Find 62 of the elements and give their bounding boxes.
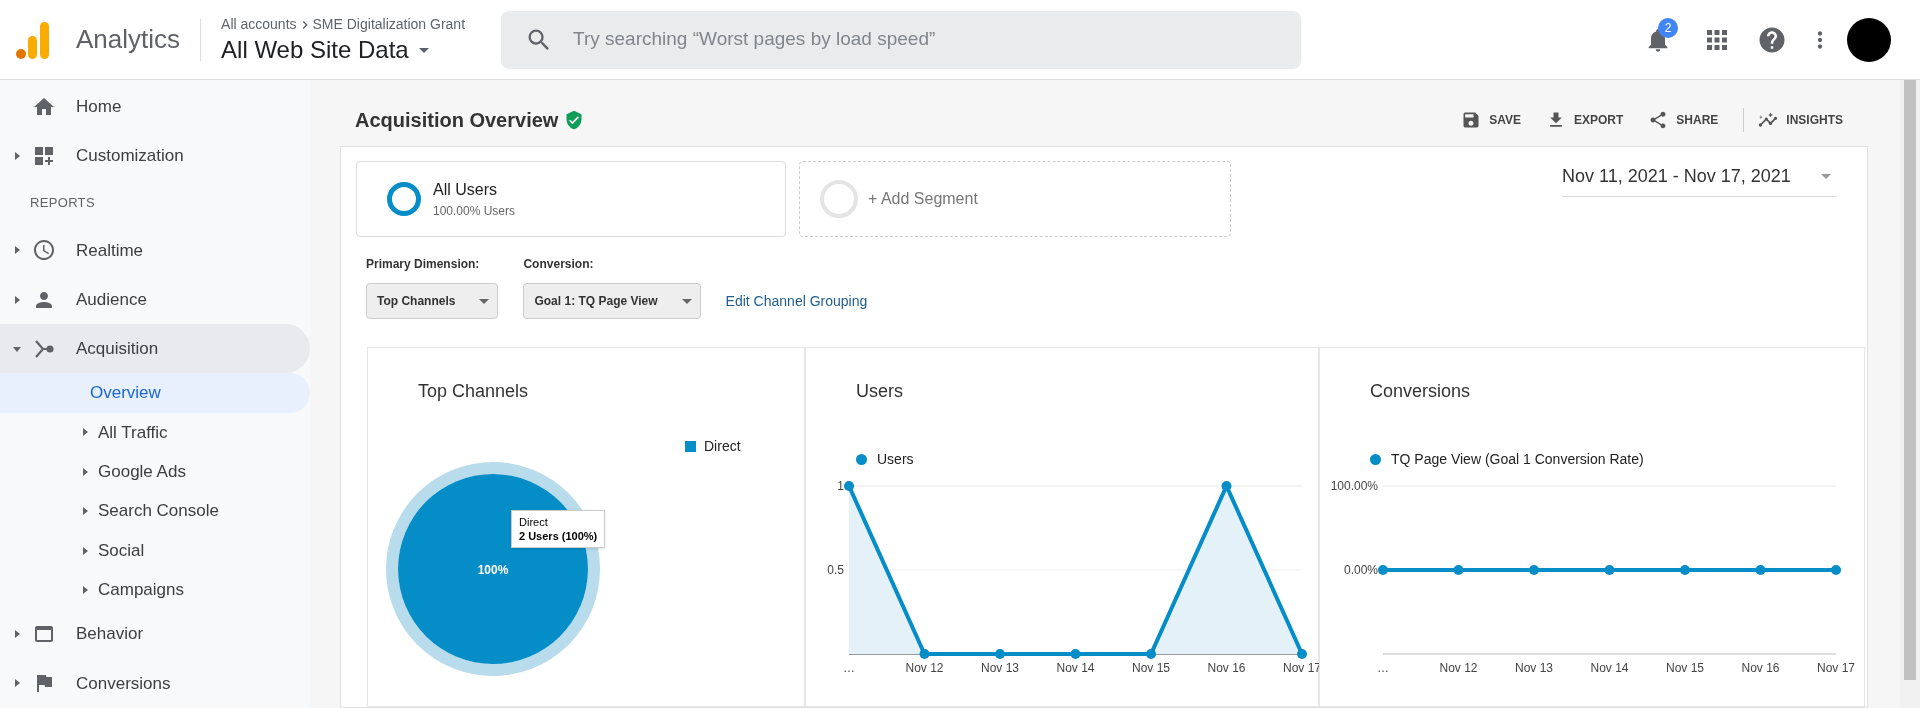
sidebar-subitem[interactable]: Social: [0, 530, 310, 571]
y-axis-label: 0.5: [827, 563, 844, 577]
sidebar-item[interactable]: Behavior: [0, 609, 310, 659]
sidebar-subitem[interactable]: Campaigns: [0, 570, 310, 610]
toolbar-button[interactable]: SAVE: [1461, 110, 1521, 130]
x-axis-label: …: [1377, 661, 1389, 675]
y-axis-label: 100.00%: [1330, 479, 1378, 493]
toolbar-button[interactable]: SHARE: [1648, 110, 1719, 130]
breadcrumb-link[interactable]: All accounts: [221, 14, 297, 35]
x-axis-label: Nov 17: [1817, 661, 1855, 675]
product-name: Analytics: [76, 23, 181, 56]
x-axis-label: Nov 14: [1590, 661, 1629, 675]
sidebar-item[interactable]: Conversions: [0, 658, 310, 708]
section-heading: REPORTS: [30, 194, 95, 213]
x-axis-label: Nov 14: [1056, 661, 1095, 675]
x-axis-label: Nov 16: [1741, 661, 1780, 675]
sidebar-item[interactable]: Customization: [0, 131, 310, 181]
breadcrumb-link[interactable]: SME Digitalization Grant: [312, 14, 466, 35]
edit-grouping-link[interactable]: Edit Channel Grouping: [725, 283, 868, 319]
x-axis-label: Nov 12: [905, 661, 944, 675]
x-axis-label: Nov 13: [1515, 661, 1553, 675]
view-selector[interactable]: All Web Site Data: [221, 35, 466, 65]
sidebar-item[interactable]: Realtime: [0, 225, 310, 275]
x-axis-label: Nov 15: [1132, 661, 1170, 675]
x-axis-label: …: [843, 661, 855, 675]
dropdown[interactable]: Goal 1: TQ Page View: [523, 283, 701, 319]
sidebar-subitem[interactable]: All Traffic: [0, 412, 310, 453]
panel-title: Top Channels: [418, 380, 530, 403]
dropdown[interactable]: Top Channels: [366, 283, 499, 319]
page-title: Acquisition Overview: [355, 108, 559, 133]
slice-label: 100%: [477, 563, 509, 577]
x-axis-label: Nov 16: [1207, 661, 1246, 675]
sidebar-subitem[interactable]: Google Ads: [0, 452, 310, 492]
sidebar-item[interactable]: Audience: [0, 274, 310, 325]
legend-label: TQ Page View (Goal 1 Conversion Rate): [1391, 449, 1644, 469]
search-input[interactable]: Try searching “Worst pages by load speed”: [573, 25, 1278, 54]
date-range-picker[interactable]: Nov 11, 2021 - Nov 17, 2021: [1562, 163, 1837, 197]
segment-card[interactable]: All Users 100.00% Users: [356, 161, 786, 237]
x-axis-label: Nov 12: [1439, 661, 1478, 675]
toolbar-button[interactable]: EXPORT: [1545, 110, 1624, 130]
y-axis-label: 0.00%: [1343, 563, 1378, 577]
sidebar-item[interactable]: Acquisition: [0, 324, 310, 374]
add-segment-button[interactable]: + Add Segment: [799, 161, 1231, 237]
legend-label: Direct: [704, 436, 741, 456]
sidebar-item[interactable]: Home: [0, 82, 310, 132]
y-axis-label: 1: [837, 479, 844, 493]
toolbar-button[interactable]: INSIGHTS: [1758, 110, 1843, 130]
search-bar[interactable]: Try searching “Worst pages by load speed”: [501, 10, 1302, 69]
x-axis-label: Nov 13: [981, 661, 1019, 675]
slice-label: Direct: [519, 515, 549, 529]
panel-title: Users: [856, 380, 904, 403]
segment-detail: 100.00% Users: [433, 203, 516, 220]
sidebar-subitem[interactable]: Search Console: [0, 491, 310, 531]
notification-badge: 2: [1658, 17, 1678, 38]
x-axis-label: Nov 15: [1666, 661, 1704, 675]
control-label: Conversion:: [523, 256, 595, 273]
chart-tooltip: Direct 2 Users (100%): [511, 510, 606, 548]
legend-label: Users: [877, 449, 914, 469]
panel-title: Conversions: [1370, 380, 1472, 403]
segment-name: All Users: [433, 180, 498, 200]
sidebar-subitem[interactable]: Overview: [0, 373, 310, 413]
control-label: Primary Dimension:: [366, 256, 481, 273]
